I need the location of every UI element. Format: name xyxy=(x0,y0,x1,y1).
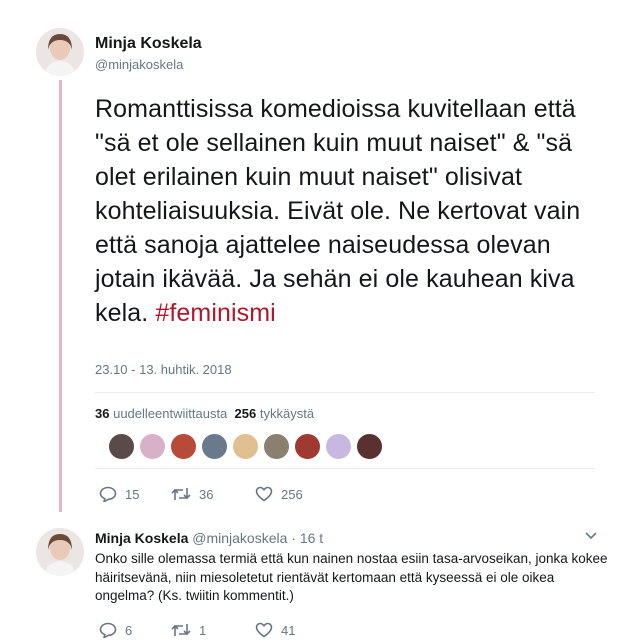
likes-stat[interactable]: 256 tykkäystä xyxy=(235,406,315,421)
reply-author-avatar[interactable] xyxy=(36,528,84,576)
liker-avatar-1[interactable] xyxy=(108,433,135,460)
retweet-count: 36 xyxy=(199,486,214,502)
liker-avatar-3[interactable] xyxy=(170,433,197,460)
liker-avatar-7[interactable] xyxy=(294,433,321,460)
reply-author-handle[interactable]: @minjakoskela xyxy=(192,530,287,546)
divider xyxy=(95,468,595,469)
reply-time[interactable]: · 16 t xyxy=(291,530,323,546)
tweet-timestamp[interactable]: 23.10 - 13. huhtik. 2018 xyxy=(95,362,232,377)
tweet-stats: 36 uudelleentwiittausta 256 tykkäystä xyxy=(95,406,314,421)
reply-retweet-button[interactable]: 1 xyxy=(171,623,255,638)
retweet-button[interactable]: 36 xyxy=(171,487,255,502)
reply-author-name[interactable]: Minja Koskela xyxy=(95,530,188,546)
author-avatar[interactable] xyxy=(36,28,84,76)
reply-actions: 6 1 41 xyxy=(99,622,295,638)
divider xyxy=(95,392,595,393)
like-count: 256 xyxy=(281,486,303,502)
reply-header: Minja Koskela @minjakoskela · 16 t xyxy=(95,530,323,546)
tweet-body: Romanttisissa komedioissa kuvitellaan et… xyxy=(95,95,581,327)
liker-avatar-4[interactable] xyxy=(201,433,228,460)
liker-avatar-8[interactable] xyxy=(325,433,352,460)
tweet-text: Romanttisissa komedioissa kuvitellaan et… xyxy=(95,92,615,330)
reply-icon xyxy=(99,622,117,638)
reply-button[interactable]: 15 xyxy=(99,486,171,502)
author-handle[interactable]: @minjakoskela xyxy=(95,57,183,72)
hashtag-link[interactable]: #feminismi xyxy=(155,299,275,327)
liker-avatars xyxy=(108,433,383,460)
reply-count: 15 xyxy=(125,486,140,502)
reply-reply-button[interactable]: 6 xyxy=(99,622,171,638)
liker-avatar-2[interactable] xyxy=(139,433,166,460)
heart-icon xyxy=(255,486,273,502)
thread-line xyxy=(59,80,62,512)
like-button[interactable]: 256 xyxy=(255,486,303,502)
heart-icon xyxy=(255,622,273,638)
retweet-icon xyxy=(171,624,191,636)
liker-avatar-5[interactable] xyxy=(232,433,259,460)
chevron-down-icon[interactable] xyxy=(584,528,598,546)
reply-like-count: 41 xyxy=(281,622,296,638)
reply-retweet-count: 1 xyxy=(199,622,207,638)
reply-like-button[interactable]: 41 xyxy=(255,622,295,638)
author-name[interactable]: Minja Koskela xyxy=(95,35,202,53)
reply-icon xyxy=(99,486,117,502)
retweet-icon xyxy=(171,488,191,500)
tweet-actions: 15 36 256 xyxy=(99,486,303,502)
liker-avatar-9[interactable] xyxy=(356,433,383,460)
reply-text: Onko sille olemassa termiä että kun nain… xyxy=(95,551,608,603)
retweets-stat[interactable]: 36 uudelleentwiittausta xyxy=(95,406,227,421)
liker-avatar-6[interactable] xyxy=(263,433,290,460)
reply-reply-count: 6 xyxy=(125,622,133,638)
